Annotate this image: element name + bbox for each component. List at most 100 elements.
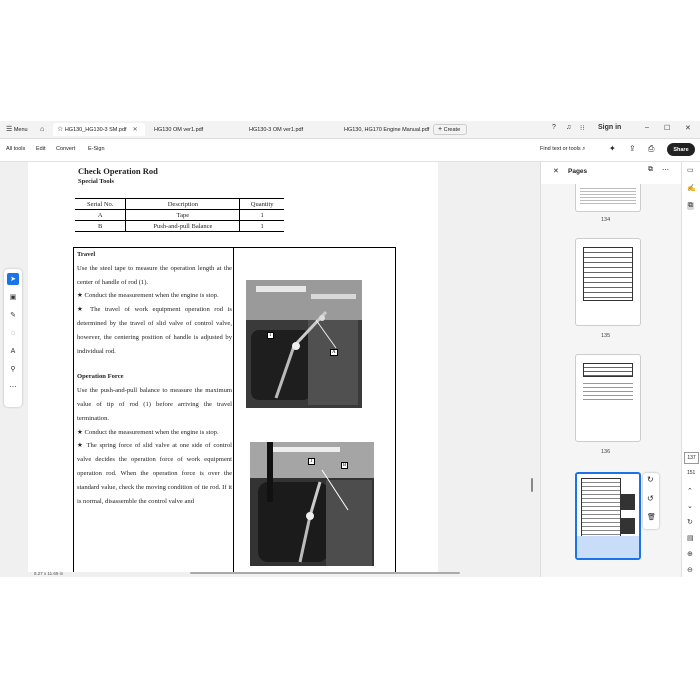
more-options-icon[interactable]: ⋯ (662, 166, 669, 174)
maximize-icon[interactable]: ☐ (664, 124, 670, 132)
convert-button[interactable]: Convert (56, 146, 75, 152)
travel-photo: 1 A (246, 280, 362, 408)
pages-panel: ✕ Pages ⧉ ⋯ 134 135 136 ↻ ↺ 🗑 (540, 162, 681, 577)
page-size-status: 8.27 x 11.69 in (34, 571, 64, 576)
create-button[interactable]: + Create (433, 124, 467, 135)
table-cell: Push-and-pull Balance (125, 220, 240, 232)
tab-hg130-om[interactable]: HG130 OM ver1.pdf (150, 123, 240, 136)
force-photo: 1 B (250, 442, 374, 566)
home-button[interactable]: ⌂ (36, 123, 48, 136)
table-row: B Push-and-pull Balance 1 (75, 220, 284, 232)
table-cell: A (75, 209, 126, 221)
pdf-page: Check Operation Rod Special Tools Serial… (28, 162, 438, 572)
total-pages: 151 (687, 470, 696, 476)
photo-label: B (341, 462, 349, 469)
quick-tools: ➤ ▣ ✎ ◌ A ⚲ ⋯ (4, 269, 22, 407)
toolbar: All tools Edit Convert E-Sign Find text … (0, 139, 700, 162)
force-note-1: ★ Conduct the measurement when the engin… (77, 428, 219, 436)
horizontal-scrollbar[interactable] (190, 572, 460, 574)
current-page-field[interactable]: 137 (684, 452, 699, 464)
right-rail: ▭ ✍ ⧉ 137 151 ⌃ ⌄ ↻ ▤ ⊕ ⊖ (681, 162, 700, 577)
scrollbar-thumb[interactable] (531, 478, 533, 492)
table-cell: 1 (239, 209, 284, 221)
document-icon[interactable]: ▤ (687, 534, 694, 542)
page-number: 135 (601, 333, 611, 339)
comments-icon[interactable]: ▭ (687, 166, 694, 174)
select-cursor-icon[interactable]: ➤ (7, 273, 19, 285)
plus-icon: + (438, 126, 443, 133)
text-box-icon[interactable]: A (7, 345, 19, 357)
zoom-in-icon[interactable]: ⊕ (687, 550, 693, 558)
ai-assistant-icon[interactable]: ✦ (609, 144, 616, 153)
tab-engine-manual[interactable]: HG130, HG170 Engine Manual.pdf (340, 123, 432, 136)
zoom-out-icon[interactable]: ⊖ (687, 566, 693, 574)
page-subtitle: Special Tools (78, 178, 114, 185)
page-thumbnail[interactable] (575, 354, 641, 442)
table-header-row: Serial No. Description Quantity (75, 198, 284, 210)
table-row: A Tape 1 (75, 209, 284, 221)
apps-icon[interactable]: ⁝⁝ (580, 124, 584, 132)
highlight-pen-icon[interactable]: ✎ (7, 309, 19, 321)
add-comment-icon[interactable]: ▣ (7, 291, 19, 303)
home-icon: ⌂ (40, 126, 45, 133)
edit-pdf-icon[interactable]: ✍ (687, 184, 696, 192)
upload-icon[interactable]: ⇪ (629, 144, 636, 153)
force-heading: Operation Force (77, 373, 124, 381)
page-thumbnail[interactable] (575, 238, 641, 326)
search-icon: ⌕ (582, 146, 586, 152)
table-cell: B (75, 220, 126, 232)
procedure-box: Travel Use the steel tape to measure the… (73, 247, 396, 572)
page-options-icon[interactable]: ⧉ (648, 166, 653, 174)
refresh-icon[interactable]: ↻ (687, 518, 693, 526)
delete-page-icon[interactable]: 🗑 (647, 513, 656, 521)
tab-bar: ☰ Menu ⌂ ☆ HG130_HG130-3 SM.pdf ✕ HG130 O… (0, 121, 700, 139)
minimize-icon[interactable]: – (645, 124, 649, 131)
share-button[interactable]: Share (667, 143, 695, 156)
table-header: Quantity (239, 198, 284, 210)
more-tools-icon[interactable]: ⋯ (7, 381, 19, 393)
close-panel-icon[interactable]: ✕ (553, 167, 559, 175)
page-thumbnail[interactable] (575, 184, 641, 212)
pages-icon[interactable]: ⧉ (687, 202, 694, 210)
page-number: 134 (601, 217, 611, 223)
table-cell: Tape (125, 209, 240, 221)
special-tools-table: Serial No. Description Quantity A Tape 1… (75, 198, 284, 232)
next-page-icon[interactable]: ⌄ (687, 502, 693, 510)
menu-button[interactable]: ☰ Menu (2, 123, 32, 136)
previous-page-icon[interactable]: ⌃ (687, 487, 693, 495)
page-title: Check Operation Rod (78, 166, 158, 176)
photo-label: 1 (267, 332, 274, 339)
photo-label: A (330, 349, 338, 356)
travel-note-2: ★ The travel of work equipment operation… (77, 306, 232, 355)
find-text-button[interactable]: Find text or tools ⌕ (540, 146, 585, 153)
vertical-scrollbar[interactable] (530, 162, 535, 577)
stamp-icon[interactable]: ⚲ (7, 363, 19, 375)
photo-label: 1 (308, 458, 315, 465)
travel-text: Use the steel tape to measure the operat… (77, 264, 232, 286)
draw-icon[interactable]: ◌ (7, 327, 19, 339)
tab-hg130-3-om[interactable]: HG130-3 OM ver1.pdf (245, 123, 335, 136)
thumbnail-actions: ↻ ↺ 🗑 (643, 473, 659, 529)
print-icon[interactable]: ⎙ (648, 144, 654, 154)
bell-icon[interactable]: ♫ (566, 124, 571, 131)
sign-in-button[interactable]: Sign in (598, 124, 621, 131)
rotate-counterclockwise-icon[interactable]: ↺ (647, 494, 654, 503)
star-icon: ☆ (57, 126, 64, 133)
hamburger-icon: ☰ (6, 126, 13, 133)
panel-title: Pages (568, 168, 588, 175)
tab-hg130-sm[interactable]: ☆ HG130_HG130-3 SM.pdf ✕ (53, 123, 145, 136)
all-tools-button[interactable]: All tools (6, 146, 25, 152)
page-thumbnail-current[interactable] (575, 472, 641, 560)
rotate-clockwise-icon[interactable]: ↻ (647, 475, 654, 484)
close-tab-icon[interactable]: ✕ (133, 126, 138, 133)
edit-button[interactable]: Edit (36, 146, 45, 152)
thumbnail-list: 134 135 136 ↻ ↺ 🗑 (541, 184, 681, 577)
force-note-2: ★ The spring force of slid valve at one … (77, 442, 232, 505)
travel-note-1: ★ Conduct the measurement when the engin… (77, 292, 219, 300)
page-number: 136 (601, 449, 611, 455)
procedure-text: Travel Use the steel tape to measure the… (77, 248, 232, 508)
help-icon[interactable]: ? (552, 124, 556, 131)
esign-button[interactable]: E-Sign (88, 146, 105, 152)
table-cell: 1 (239, 220, 284, 232)
close-window-icon[interactable]: ✕ (685, 124, 691, 132)
